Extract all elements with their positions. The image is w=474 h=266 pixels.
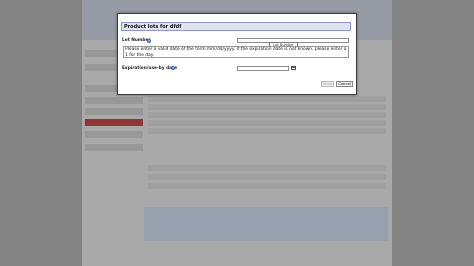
calendar-icon[interactable] [291, 66, 296, 70]
expiration-date-input[interactable] [237, 66, 289, 71]
save-button[interactable]: Save [321, 81, 334, 87]
validation-message: Please enter a valid date of the form mm… [123, 46, 349, 58]
cancel-button[interactable]: Cancel [336, 81, 353, 87]
dialog-title: Product lots for dfdf [121, 22, 351, 31]
help-icon[interactable]: ? [147, 39, 151, 43]
expiration-date-label: Expiration/use-by date [122, 66, 178, 71]
help-icon[interactable]: ? [171, 66, 175, 70]
